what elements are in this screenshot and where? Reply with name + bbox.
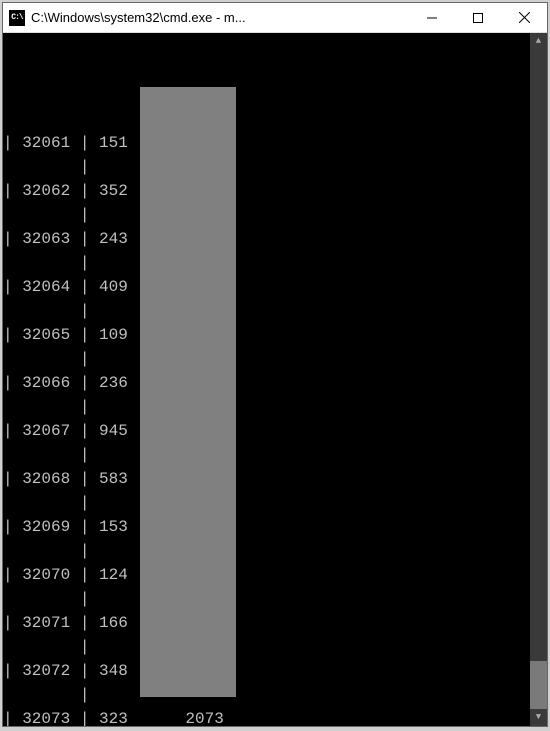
terminal-area[interactable]: | 32061 | 151 9080 || 32062 | 352 0016 |… [3,33,547,726]
table-row: | 32061 | 151 9080 [3,131,547,155]
scroll-thumb[interactable] [530,661,547,709]
table-row: | 32070 | 124 6382 [3,563,547,587]
scroll-up-icon[interactable]: ▲ [530,33,547,50]
maximize-button[interactable] [455,3,501,32]
table-row: | 32066 | 236 041 [3,371,547,395]
table-row: | 32071 | 166 9408 [3,611,547,635]
cmd-window: C:\ C:\Windows\system32\cmd.exe - m... |… [2,2,548,727]
scrollbar[interactable]: ▲ ▼ [530,33,547,726]
row-separator: | [3,587,547,611]
minimize-button[interactable] [409,3,455,32]
cmd-icon: C:\ [9,10,25,26]
table-row: | 32065 | 109 3523 [3,323,547,347]
row-separator: | [3,443,547,467]
row-separator: | [3,683,547,707]
row-separator: | [3,635,547,659]
row-separator: | [3,395,547,419]
row-separator: | [3,347,547,371]
row-separator: | [3,155,547,179]
window-controls [409,3,547,32]
terminal-content: | 32061 | 151 9080 || 32062 | 352 0016 |… [3,83,547,726]
scroll-down-icon[interactable]: ▼ [530,709,547,726]
table-row: | 32068 | 583 995 [3,467,547,491]
titlebar[interactable]: C:\ C:\Windows\system32\cmd.exe - m... [3,3,547,33]
row-separator: | [3,539,547,563]
row-separator: | [3,491,547,515]
table-row: | 32062 | 352 0016 [3,179,547,203]
cmd-icon-text: C:\ [11,13,22,22]
table-row: | 32072 | 348 693 [3,659,547,683]
table-row: | 32073 | 323 2073 [3,707,547,726]
row-separator: | [3,299,547,323]
row-separator: | [3,251,547,275]
table-row: | 32063 | 243 1348 [3,227,547,251]
close-button[interactable] [501,3,547,32]
table-row: | 32067 | 945 59 [3,419,547,443]
window-title: C:\Windows\system32\cmd.exe - m... [31,10,409,25]
redaction-overlay [140,87,236,697]
table-row: | 32069 | 153 0123 [3,515,547,539]
row-separator: | [3,203,547,227]
table-row: | 32064 | 409 995 [3,275,547,299]
